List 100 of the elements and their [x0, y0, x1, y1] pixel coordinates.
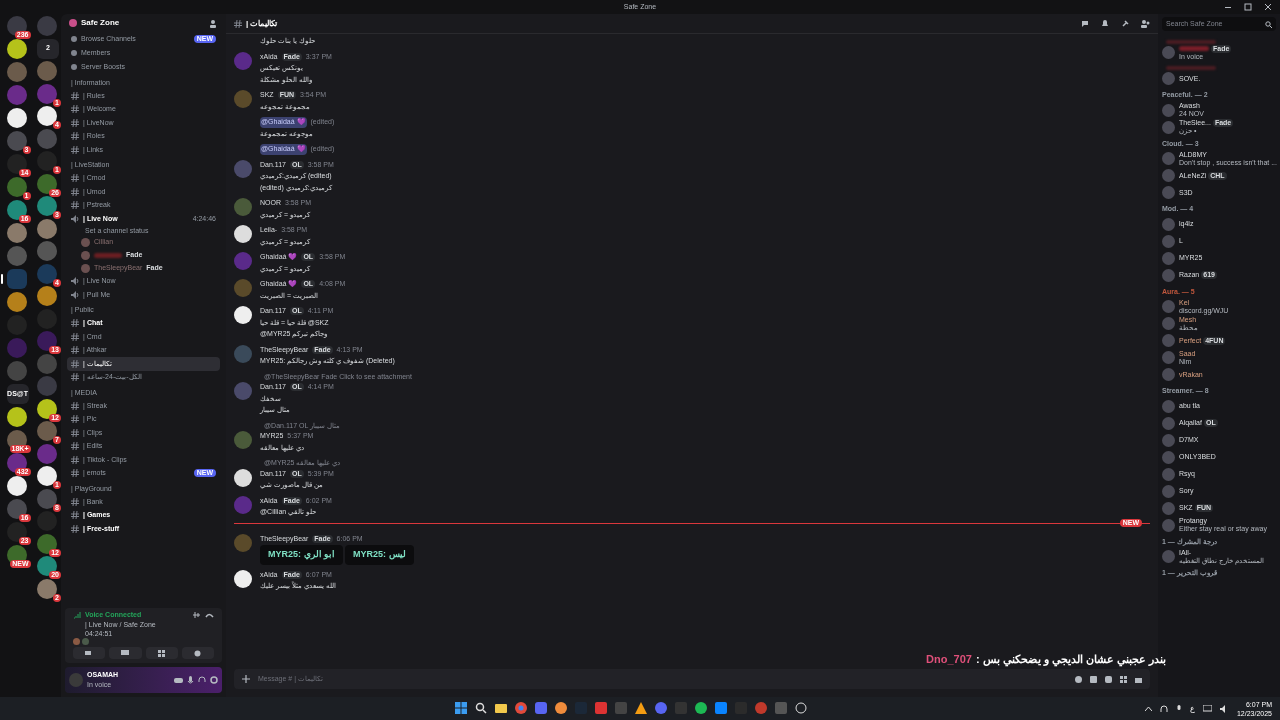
server-icon[interactable] [37, 398, 57, 419]
server-icon[interactable] [6, 16, 27, 36]
search-icon[interactable] [1265, 20, 1272, 28]
hash-icon [71, 442, 79, 451]
maximize-icon[interactable] [1244, 3, 1252, 11]
avatar [1162, 334, 1175, 347]
server-icon[interactable] [37, 106, 57, 126]
plus-icon[interactable] [242, 675, 250, 683]
avatar [1162, 72, 1175, 85]
avatar [1162, 300, 1175, 313]
server-name[interactable]: Safe Zone [81, 17, 120, 29]
server-icon[interactable] [6, 476, 27, 496]
hash-icon [71, 469, 79, 478]
activities-button[interactable] [145, 647, 178, 659]
speaker-icon [71, 290, 79, 299]
avatar [1162, 169, 1175, 182]
language-indicator[interactable]: ع [1189, 702, 1195, 715]
avatar [1162, 399, 1175, 413]
avatar [1162, 501, 1175, 515]
avatar[interactable] [234, 306, 252, 324]
avatar[interactable] [234, 569, 252, 588]
hash-icon [71, 455, 79, 464]
pin-icon[interactable] [1121, 19, 1129, 28]
emoji-icon[interactable] [1075, 675, 1082, 683]
hash-icon [71, 415, 79, 424]
chat-app-icon[interactable] [535, 702, 547, 714]
hash-icon [71, 346, 79, 355]
microphone-icon[interactable] [187, 675, 194, 685]
server-icon[interactable] [6, 453, 27, 473]
selection-indicator [0, 274, 3, 284]
server-icon[interactable] [37, 331, 57, 351]
network-icon[interactable] [1202, 704, 1212, 713]
add-member-icon[interactable] [209, 18, 218, 28]
settings-icon[interactable] [210, 676, 218, 684]
avatar [1162, 484, 1175, 498]
noise-icon[interactable] [192, 610, 201, 619]
soundboard-icon [194, 649, 202, 657]
server-icon[interactable] [6, 522, 27, 542]
server-icon[interactable] [6, 407, 27, 427]
redacted-name [1179, 46, 1209, 51]
signal-icon [73, 610, 81, 619]
app-icon[interactable] [655, 702, 667, 714]
hash-icon [71, 428, 79, 437]
search-icon[interactable] [475, 702, 487, 714]
redacted-header [1166, 66, 1216, 70]
gif-icon[interactable] [1090, 675, 1097, 683]
avatar[interactable] [234, 225, 252, 243]
avatar [1162, 186, 1175, 199]
avatar [1162, 368, 1175, 381]
apps-icon[interactable] [1120, 675, 1127, 683]
server-icon[interactable] [6, 108, 27, 128]
server-icon[interactable] [6, 154, 27, 174]
monitor-icon [121, 650, 130, 656]
camera-icon [85, 650, 94, 656]
server-icon[interactable] [6, 200, 27, 220]
screen-share-button[interactable] [109, 647, 142, 659]
server-icon[interactable] [6, 39, 27, 59]
folder-icon[interactable] [495, 702, 507, 714]
sticker-icon[interactable] [1105, 675, 1112, 683]
microphone-icon[interactable] [1175, 704, 1182, 713]
speaker-icon [71, 277, 79, 286]
browser-icon[interactable] [515, 702, 527, 714]
image-embed[interactable]: MYR25: ابو الري [260, 545, 344, 565]
gift-icon[interactable] [1135, 675, 1142, 683]
avatar [1162, 433, 1175, 447]
start-icon[interactable] [455, 702, 467, 714]
avatar [1162, 217, 1175, 231]
headphones-icon[interactable] [198, 676, 206, 684]
app-icon[interactable] [795, 702, 807, 714]
threads-icon[interactable] [1081, 19, 1089, 28]
app-icon[interactable] [635, 702, 647, 714]
redacted-header [1166, 40, 1216, 44]
avatar [1162, 550, 1175, 563]
hash-icon [234, 19, 242, 28]
hash-icon [71, 319, 79, 328]
server-icon[interactable] [37, 533, 57, 554]
image-embed[interactable]: MYR25: ليس [345, 545, 414, 565]
bell-icon[interactable] [1101, 19, 1109, 28]
gamepad-icon[interactable] [174, 676, 183, 684]
chevron-up-icon[interactable] [1144, 706, 1152, 711]
server-icon[interactable] [37, 556, 57, 576]
app-icon[interactable] [555, 702, 567, 714]
avatar [1162, 152, 1175, 165]
hash-icon [71, 174, 79, 183]
item-icon [71, 36, 77, 42]
headphones-icon[interactable] [1159, 704, 1168, 713]
item-icon [71, 64, 77, 70]
server-icon[interactable] [37, 466, 57, 486]
server-icon[interactable] [37, 173, 57, 194]
members-icon[interactable] [1141, 19, 1150, 28]
soundboard-button[interactable] [181, 647, 214, 659]
music-app-icon[interactable] [695, 702, 707, 714]
speaker-icon [71, 214, 79, 223]
avatar [1162, 450, 1175, 464]
hash-icon [71, 524, 79, 533]
server-icon[interactable] [6, 499, 27, 519]
avatar[interactable] [234, 468, 252, 487]
close-icon[interactable] [1264, 3, 1272, 11]
camera-button[interactable] [73, 647, 106, 659]
redacted-name [94, 252, 122, 258]
